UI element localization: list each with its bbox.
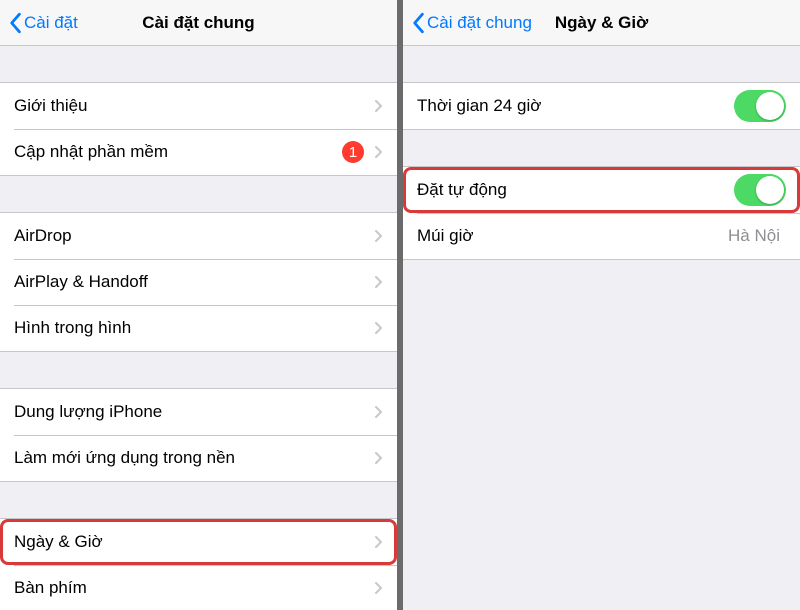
- row-label: Bàn phím: [14, 578, 374, 598]
- row-label: Đặt tự động: [417, 180, 734, 200]
- screen-date-time: Cài đặt chung Ngày & Giờ Thời gian 24 gi…: [403, 0, 800, 610]
- back-label: Cài đặt chung: [427, 13, 532, 33]
- group-airdrop: AirDrop AirPlay & Handoff Hình trong hìn…: [0, 212, 397, 352]
- chevron-right-icon: [374, 321, 383, 335]
- group-date-keyboard: Ngày & Giờ Bàn phím: [0, 518, 397, 610]
- back-label: Cài đặt: [24, 13, 78, 33]
- chevron-right-icon: [374, 581, 383, 595]
- row-keyboard[interactable]: Bàn phím: [0, 565, 397, 610]
- navbar: Cài đặt chung Ngày & Giờ: [403, 0, 800, 46]
- row-label: Thời gian 24 giờ: [417, 96, 734, 116]
- chevron-left-icon: [8, 12, 22, 34]
- back-button[interactable]: Cài đặt: [8, 12, 78, 34]
- chevron-right-icon: [374, 229, 383, 243]
- row-about[interactable]: Giới thiệu: [0, 83, 397, 129]
- chevron-left-icon: [411, 12, 425, 34]
- row-software-update[interactable]: Cập nhật phần mềm 1: [0, 129, 397, 175]
- row-airplay-handoff[interactable]: AirPlay & Handoff: [0, 259, 397, 305]
- row-airdrop[interactable]: AirDrop: [0, 213, 397, 259]
- row-value: Hà Nội: [728, 226, 780, 246]
- row-label: Dung lượng iPhone: [14, 402, 374, 422]
- row-picture-in-picture[interactable]: Hình trong hình: [0, 305, 397, 351]
- back-button[interactable]: Cài đặt chung: [411, 12, 532, 34]
- toggle-set-automatically[interactable]: [734, 174, 786, 206]
- chevron-right-icon: [374, 145, 383, 159]
- row-set-automatically: Đặt tự động: [403, 167, 800, 213]
- row-label: AirPlay & Handoff: [14, 272, 374, 292]
- row-label: Làm mới ứng dụng trong nền: [14, 448, 374, 468]
- row-label: Múi giờ: [417, 226, 728, 246]
- row-24-hour-time: Thời gian 24 giờ: [403, 83, 800, 129]
- chevron-right-icon: [374, 451, 383, 465]
- row-label: Hình trong hình: [14, 318, 374, 338]
- toggle-24-hour[interactable]: [734, 90, 786, 122]
- content: Thời gian 24 giờ Đặt tự động Múi giờ Hà …: [403, 46, 800, 610]
- group-set-auto: Đặt tự động Múi giờ Hà Nội: [403, 166, 800, 260]
- group-about: Giới thiệu Cập nhật phần mềm 1: [0, 82, 397, 176]
- navbar: Cài đặt Cài đặt chung: [0, 0, 397, 46]
- screen-general-settings: Cài đặt Cài đặt chung Giới thiệu Cập nhậ…: [0, 0, 397, 610]
- row-date-time[interactable]: Ngày & Giờ: [0, 519, 397, 565]
- group-storage: Dung lượng iPhone Làm mới ứng dụng trong…: [0, 388, 397, 482]
- row-background-app-refresh[interactable]: Làm mới ứng dụng trong nền: [0, 435, 397, 481]
- chevron-right-icon: [374, 405, 383, 419]
- row-time-zone[interactable]: Múi giờ Hà Nội: [403, 213, 800, 259]
- update-badge: 1: [342, 141, 364, 163]
- row-label: Ngày & Giờ: [14, 532, 374, 552]
- row-label: AirDrop: [14, 226, 374, 246]
- group-24hour: Thời gian 24 giờ: [403, 82, 800, 130]
- chevron-right-icon: [374, 99, 383, 113]
- row-label: Cập nhật phần mềm: [14, 142, 342, 162]
- row-iphone-storage[interactable]: Dung lượng iPhone: [0, 389, 397, 435]
- chevron-right-icon: [374, 275, 383, 289]
- chevron-right-icon: [374, 535, 383, 549]
- content: Giới thiệu Cập nhật phần mềm 1 AirDrop A…: [0, 46, 397, 610]
- row-label: Giới thiệu: [14, 96, 374, 116]
